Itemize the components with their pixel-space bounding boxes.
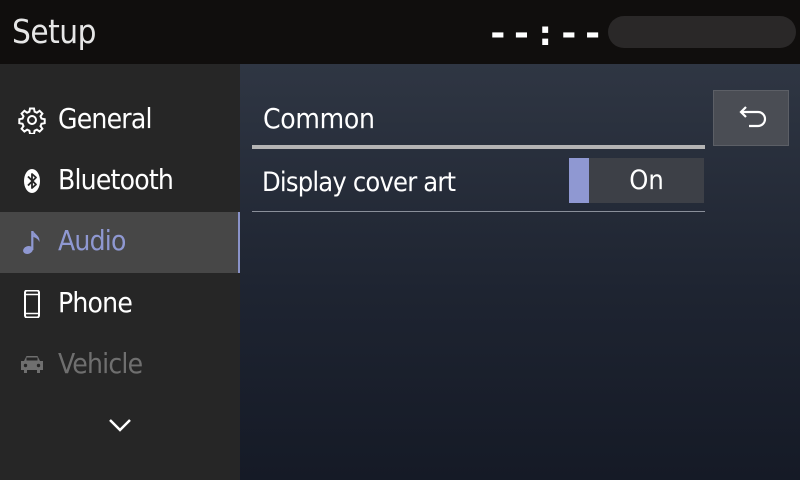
cover-art-toggle[interactable]: On [569, 158, 704, 203]
back-button[interactable] [713, 90, 789, 146]
sidebar-item-vehicle[interactable]: Vehicle [0, 335, 240, 396]
sidebar-item-label: General [58, 102, 152, 135]
phone-icon [18, 289, 46, 319]
status-pill [608, 16, 796, 48]
gear-icon [18, 106, 46, 135]
music-note-icon [18, 228, 46, 256]
sidebar-item-phone[interactable]: Phone [0, 274, 240, 335]
car-icon [18, 351, 46, 379]
sidebar-item-bluetooth[interactable]: Bluetooth [0, 151, 240, 212]
screen: Setup --:-- General Bluetooth Audio Phon… [0, 0, 800, 480]
sidebar-item-label: Audio [58, 224, 126, 257]
row-divider [252, 211, 705, 212]
setting-label-cover-art: Display cover art [262, 167, 456, 198]
toggle-indicator [569, 158, 589, 203]
clock-display: --:-- [487, 13, 606, 54]
sidebar-item-label: Vehicle [58, 347, 143, 380]
sidebar-item-general[interactable]: General [0, 90, 240, 151]
back-arrow-icon [739, 106, 767, 128]
section-divider [252, 145, 705, 149]
sidebar: General Bluetooth Audio Phone Vehicle [0, 64, 240, 480]
sidebar-item-label: Bluetooth [58, 163, 174, 196]
sidebar-item-audio[interactable]: Audio [0, 212, 240, 273]
header-bar: Setup --:-- [0, 0, 800, 64]
page-title: Setup [12, 12, 96, 51]
section-title: Common [263, 102, 375, 135]
chevron-down-icon[interactable] [104, 412, 136, 440]
bluetooth-icon [18, 167, 46, 195]
sidebar-item-label: Phone [58, 286, 133, 319]
toggle-value: On [629, 165, 664, 196]
